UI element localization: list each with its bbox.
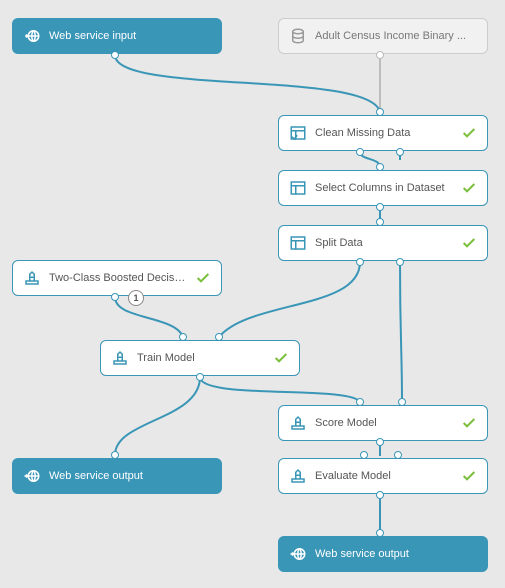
port-out[interactable]: [356, 258, 364, 266]
globe-input-icon: [23, 27, 41, 45]
model-icon: [289, 414, 307, 432]
port-out[interactable]: [376, 51, 384, 59]
node-evaluate-model[interactable]: Evaluate Model: [278, 458, 488, 494]
port-in[interactable]: [356, 398, 364, 406]
node-web-service-output[interactable]: Web service output: [12, 458, 222, 494]
port-out[interactable]: [376, 491, 384, 499]
node-score-model[interactable]: Score Model: [278, 405, 488, 441]
model-icon: [23, 269, 41, 287]
check-icon: [461, 125, 477, 141]
table-icon: [289, 234, 307, 252]
node-select-columns[interactable]: Select Columns in Dataset: [278, 170, 488, 206]
port-in[interactable]: [394, 451, 402, 459]
node-clean-missing-data[interactable]: Clean Missing Data: [278, 115, 488, 151]
check-icon: [461, 468, 477, 484]
port-badge: 1: [128, 290, 144, 306]
model-icon: [289, 467, 307, 485]
port-out[interactable]: [396, 258, 404, 266]
node-label: Clean Missing Data: [315, 127, 453, 139]
check-icon: [195, 270, 211, 286]
database-icon: [289, 27, 307, 45]
port-in[interactable]: [376, 218, 384, 226]
node-label: Select Columns in Dataset: [315, 182, 453, 194]
port-out[interactable]: [356, 148, 364, 156]
node-train-model[interactable]: Train Model: [100, 340, 300, 376]
node-label: Score Model: [315, 417, 453, 429]
node-label: Two-Class Boosted Decision ...: [49, 272, 187, 284]
node-label: Web service output: [49, 470, 211, 482]
check-icon: [273, 350, 289, 366]
port-in[interactable]: [376, 108, 384, 116]
port-in[interactable]: [215, 333, 223, 341]
port-out[interactable]: [396, 148, 404, 156]
port-out[interactable]: [376, 203, 384, 211]
node-boosted-decision[interactable]: Two-Class Boosted Decision ...: [12, 260, 222, 296]
port-out[interactable]: [196, 373, 204, 381]
node-label: Web service input: [49, 30, 211, 42]
node-dataset[interactable]: Adult Census Income Binary ...: [278, 18, 488, 54]
node-label: Split Data: [315, 237, 453, 249]
port-out[interactable]: [111, 293, 119, 301]
port-in[interactable]: [360, 451, 368, 459]
check-icon: [461, 180, 477, 196]
port-in[interactable]: [376, 163, 384, 171]
node-label: Web service output: [315, 548, 477, 560]
port-out[interactable]: [376, 438, 384, 446]
globe-output-icon: [23, 467, 41, 485]
node-label: Train Model: [137, 352, 265, 364]
table-icon: [289, 124, 307, 142]
port-in[interactable]: [179, 333, 187, 341]
node-label: Evaluate Model: [315, 470, 453, 482]
port-in[interactable]: [111, 451, 119, 459]
node-web-service-output[interactable]: Web service output: [278, 536, 488, 572]
node-web-service-input[interactable]: Web service input: [12, 18, 222, 54]
node-split-data[interactable]: Split Data: [278, 225, 488, 261]
port-out[interactable]: [111, 51, 119, 59]
node-label: Adult Census Income Binary ...: [315, 30, 477, 42]
model-icon: [111, 349, 129, 367]
port-in[interactable]: [398, 398, 406, 406]
check-icon: [461, 235, 477, 251]
globe-output-icon: [289, 545, 307, 563]
table-icon: [289, 179, 307, 197]
port-in[interactable]: [376, 529, 384, 537]
check-icon: [461, 415, 477, 431]
